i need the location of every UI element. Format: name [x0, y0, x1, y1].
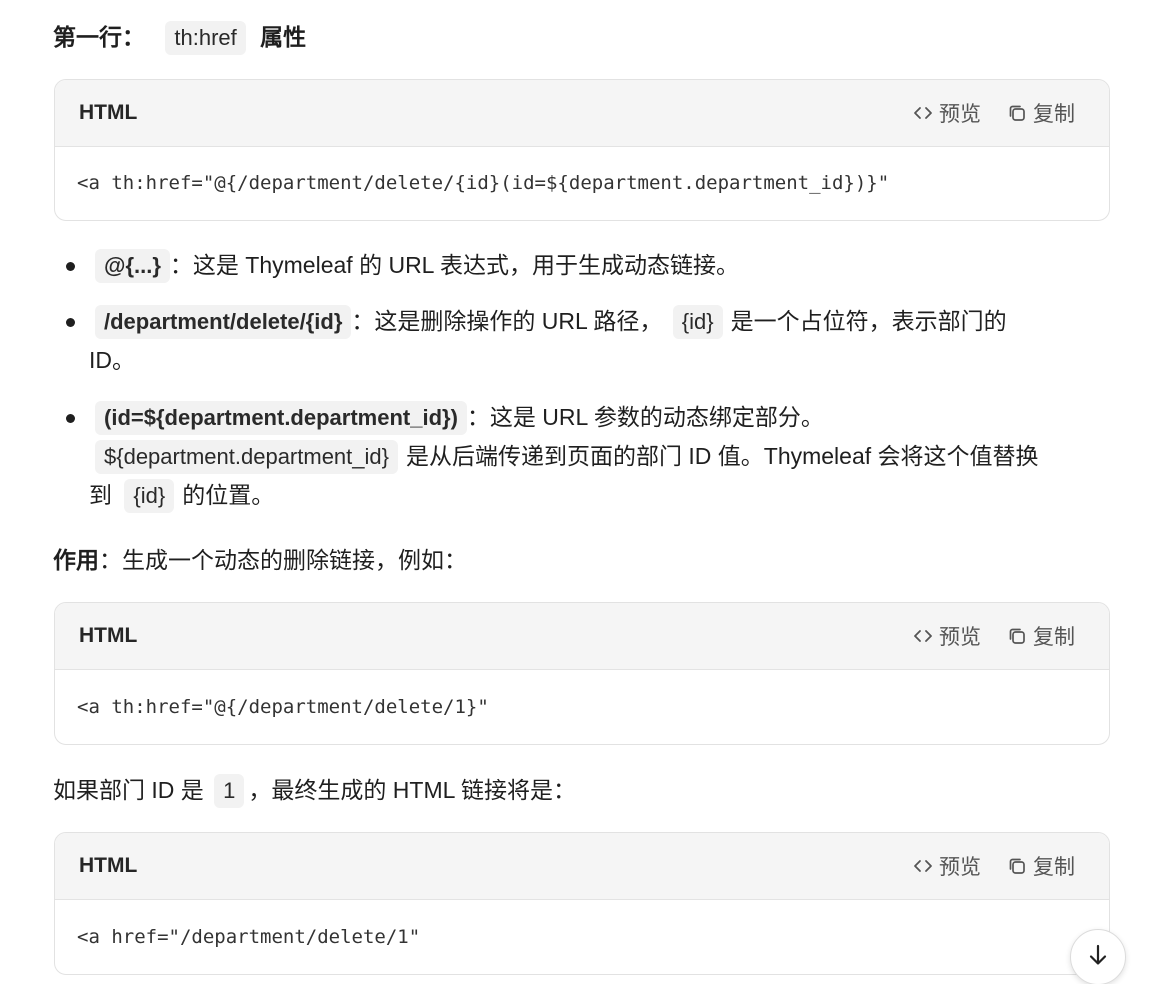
inline-code: {id} — [124, 479, 175, 513]
chat-message-content: 第一行： th:href 属性 HTML 预览 复制 <a th:href="@… — [0, 0, 1167, 984]
preview-button[interactable]: 预览 — [913, 621, 981, 651]
purpose-label: 作用 — [53, 547, 99, 573]
list-item: (id=${department.department_id}) ：这是 URL … — [95, 400, 824, 435]
copy-icon — [1007, 626, 1027, 646]
code-block-1: HTML 预览 复制 <a th:href="@{/department/del… — [54, 79, 1110, 221]
code-block-header: HTML 预览 复制 — [55, 833, 1109, 900]
code-brackets-icon — [913, 103, 933, 123]
list-item-text: 的位置。 — [182, 482, 275, 508]
list-item-text: ：这是删除操作的 URL 路径， — [351, 308, 663, 334]
result-paragraph: 如果部门 ID 是 1 ，最终生成的 HTML 链接将是： — [53, 773, 576, 808]
copy-icon — [1007, 856, 1027, 876]
inline-code: {id} — [672, 305, 723, 339]
code-language-label: HTML — [79, 624, 138, 647]
heading-suffix: 属性 — [260, 24, 307, 50]
preview-label: 预览 — [939, 856, 981, 879]
code-content: <a th:href="@{/department/delete/1}" — [77, 695, 489, 718]
heading-prefix: 第一行： — [53, 24, 145, 50]
copy-button[interactable]: 复制 — [1007, 98, 1075, 128]
scroll-to-bottom-button[interactable] — [1070, 929, 1126, 984]
copy-button[interactable]: 复制 — [1007, 851, 1075, 881]
copy-button[interactable]: 复制 — [1007, 621, 1075, 651]
list-item-text: 到 — [89, 482, 112, 508]
inline-code: /department/delete/{id} — [95, 305, 352, 339]
list-item-continuation: 到 {id} 的位置。 — [89, 478, 274, 513]
code-block-header: HTML 预览 复制 — [55, 603, 1109, 670]
list-item-continuation: ID。 — [89, 347, 135, 373]
preview-button[interactable]: 预览 — [913, 851, 981, 881]
bullet-dot — [66, 318, 75, 327]
copy-label: 复制 — [1033, 103, 1075, 126]
section-heading: 第一行： th:href 属性 — [53, 20, 306, 55]
preview-button[interactable]: 预览 — [913, 98, 981, 128]
copy-icon — [1007, 103, 1027, 123]
result-text: ，最终生成的 HTML 链接将是： — [248, 777, 576, 803]
list-item-text: 是从后端传递到页面的部门 ID 值。Thymeleaf 会将这个值替换 — [405, 443, 1039, 469]
list-item: @{...} ：这是 Thymeleaf 的 URL 表达式，用于生成动态链接。 — [95, 248, 739, 283]
inline-code: 1 — [214, 774, 245, 808]
list-item-text: ：这是 URL 参数的动态绑定部分。 — [466, 404, 824, 430]
code-block-3: HTML 预览 复制 <a href="/department/delete/1… — [54, 832, 1110, 975]
code-brackets-icon — [913, 856, 933, 876]
code-language-label: HTML — [79, 101, 138, 124]
code-block-2: HTML 预览 复制 <a th:href="@{/department/del… — [54, 602, 1110, 745]
code-brackets-icon — [913, 626, 933, 646]
bullet-dot — [66, 262, 75, 271]
bullet-dot — [66, 414, 75, 423]
code-block-header: HTML 预览 复制 — [55, 80, 1109, 147]
preview-label: 预览 — [939, 103, 981, 126]
purpose-paragraph: 作用：生成一个动态的删除链接，例如： — [53, 543, 467, 577]
list-item-text: ：这是 Thymeleaf 的 URL 表达式，用于生成动态链接。 — [169, 252, 740, 278]
copy-label: 复制 — [1033, 856, 1075, 879]
inline-code: @{...} — [95, 249, 170, 283]
list-item: /department/delete/{id} ：这是删除操作的 URL 路径， … — [95, 304, 1007, 339]
inline-code: (id=${department.department_id}) — [95, 401, 467, 435]
copy-label: 复制 — [1033, 626, 1075, 649]
preview-label: 预览 — [939, 626, 981, 649]
heading-inline-code: th:href — [165, 21, 246, 55]
purpose-text: ：生成一个动态的删除链接，例如： — [99, 547, 467, 573]
code-content: <a th:href="@{/department/delete/{id}(id… — [77, 172, 890, 194]
code-language-label: HTML — [79, 854, 138, 877]
code-content: <a href="/department/delete/1" — [77, 925, 421, 948]
inline-code: ${department.department_id} — [95, 440, 398, 474]
list-item-text: 是一个占位符，表示部门的 — [730, 308, 1007, 334]
arrow-down-icon — [1086, 943, 1110, 972]
result-text: 如果部门 ID 是 — [53, 777, 204, 803]
list-item-continuation: ${department.department_id} 是从后端传递到页面的部门 … — [95, 439, 1039, 474]
